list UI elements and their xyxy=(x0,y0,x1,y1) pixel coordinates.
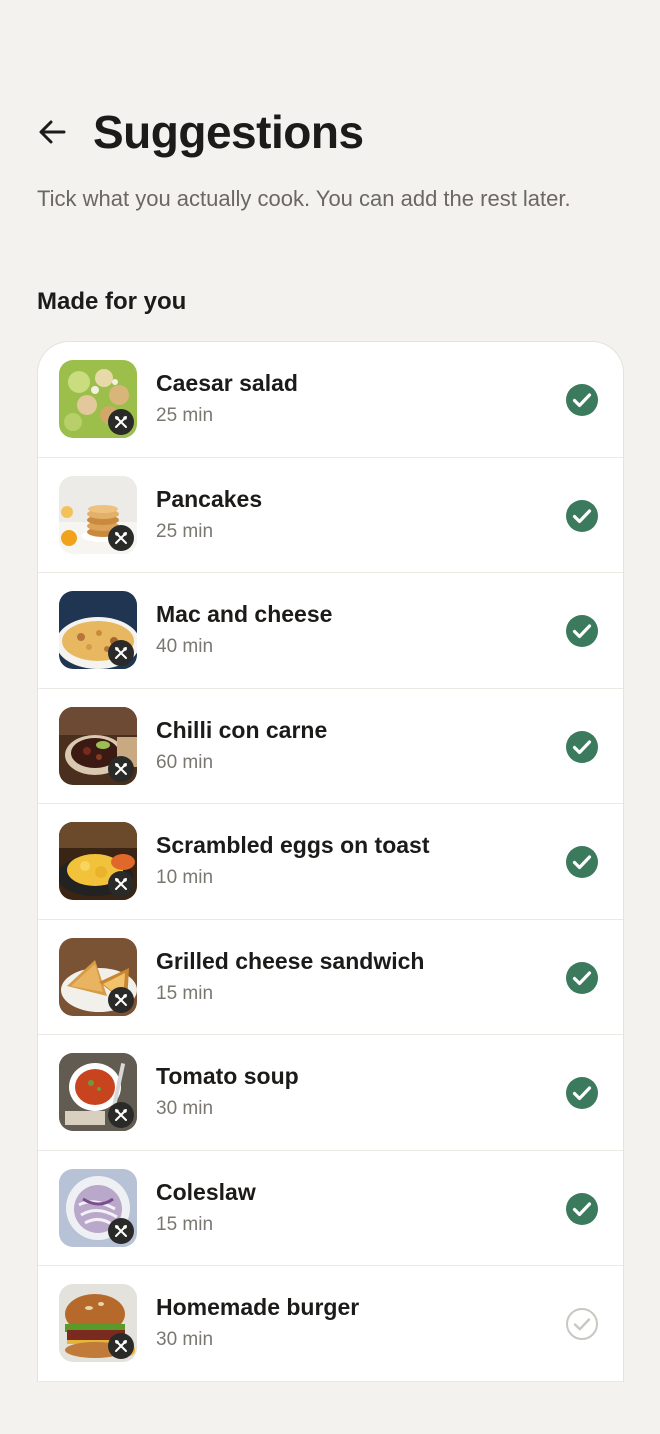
recipe-thumbnail xyxy=(59,706,137,785)
recipe-name: Mac and cheese xyxy=(156,601,333,627)
recipe-text: Coleslaw 15 min xyxy=(156,1177,256,1238)
recipe-text: Pancakes 25 min xyxy=(156,484,262,545)
checked-circle-icon[interactable] xyxy=(565,845,599,879)
recipe-time: 15 min xyxy=(156,982,214,1004)
page-title: Suggestions xyxy=(93,106,364,158)
checked-circle-icon[interactable] xyxy=(565,383,599,417)
utensils-icon xyxy=(108,871,134,897)
recipe-text: Mac and cheese 40 min xyxy=(156,599,332,660)
page-header: Suggestions xyxy=(37,104,364,160)
utensils-icon xyxy=(108,1333,134,1359)
recipe-time: 25 min xyxy=(156,520,214,542)
arrow-left-icon xyxy=(39,120,66,144)
recipe-name: Homemade burger xyxy=(156,1294,360,1320)
recipe-text: Tomato soup 30 min xyxy=(156,1061,299,1122)
recipe-time: 40 min xyxy=(156,636,214,657)
recipe-thumbnail xyxy=(59,360,137,438)
recipe-row[interactable]: Coleslaw 15 min xyxy=(38,1151,623,1266)
recipe-thumbnail xyxy=(59,1284,137,1362)
recipe-name: Coleslaw xyxy=(156,1178,256,1205)
checked-circle-icon[interactable] xyxy=(565,730,599,764)
recipe-thumbnail xyxy=(59,937,137,1016)
utensils-icon xyxy=(108,755,134,782)
recipe-row[interactable]: Pancakes 25 min xyxy=(38,458,623,573)
recipe-name: Scrambled eggs on toast xyxy=(156,832,430,858)
recipe-name: Caesar salad xyxy=(156,370,298,396)
recipe-thumbnail xyxy=(59,591,137,669)
recipe-text: Grilled cheese sandwich 15 min xyxy=(156,946,424,1007)
utensils-icon xyxy=(108,409,134,435)
section-heading: Made for you xyxy=(37,288,187,315)
recipe-text: Homemade burger 30 min xyxy=(156,1292,359,1353)
recipe-row[interactable]: Caesar salad 25 min xyxy=(38,342,623,458)
recipe-name: Chilli con carne xyxy=(156,716,328,743)
recipe-text: Chilli con carne 60 min xyxy=(156,715,327,776)
recipe-text: Caesar salad 25 min xyxy=(156,368,298,429)
recipe-thumbnail xyxy=(59,1168,137,1247)
utensils-icon xyxy=(108,1217,134,1244)
recipe-time: 30 min xyxy=(156,1329,214,1350)
recipe-row[interactable]: Scrambled eggs on toast 10 min xyxy=(38,804,623,920)
unchecked-circle-icon[interactable] xyxy=(565,1307,599,1341)
utensils-icon xyxy=(108,524,134,551)
checked-circle-icon[interactable] xyxy=(565,961,599,995)
recipe-list: Caesar salad 25 min Pancakes 25 min Mac and … xyxy=(37,341,624,1382)
recipe-time: 15 min xyxy=(156,1213,214,1235)
page-subtitle: Tick what you actually cook. You can add… xyxy=(37,186,571,211)
recipe-time: 60 min xyxy=(156,751,214,773)
recipe-row[interactable]: Homemade burger 30 min xyxy=(38,1266,623,1382)
recipe-name: Pancakes xyxy=(156,485,263,512)
utensils-icon xyxy=(108,640,134,666)
recipe-thumbnail xyxy=(59,475,137,554)
checked-circle-icon[interactable] xyxy=(565,499,599,533)
checked-circle-icon[interactable] xyxy=(565,1076,599,1110)
recipe-row[interactable]: Tomato soup 30 min xyxy=(38,1035,623,1151)
recipe-time: 30 min xyxy=(156,1098,214,1119)
recipe-row[interactable]: Mac and cheese 40 min xyxy=(38,573,623,689)
utensils-icon xyxy=(108,986,134,1013)
utensils-icon xyxy=(108,1102,134,1128)
recipe-row[interactable]: Grilled cheese sandwich 15 min xyxy=(38,920,623,1035)
recipe-thumbnail xyxy=(59,1053,137,1131)
recipe-name: Tomato soup xyxy=(156,1063,299,1089)
recipe-thumbnail xyxy=(59,822,137,900)
suggestions-screen: Suggestions Tick what you actually cook.… xyxy=(0,0,660,1434)
recipe-time: 10 min xyxy=(156,867,214,888)
back-button[interactable] xyxy=(37,112,77,152)
recipe-name: Grilled cheese sandwich xyxy=(156,947,425,974)
checked-circle-icon[interactable] xyxy=(565,1192,599,1226)
recipe-time: 25 min xyxy=(156,405,214,426)
checked-circle-icon[interactable] xyxy=(565,614,599,648)
recipe-row[interactable]: Chilli con carne 60 min xyxy=(38,689,623,804)
recipe-text: Scrambled eggs on toast 10 min xyxy=(156,830,430,891)
